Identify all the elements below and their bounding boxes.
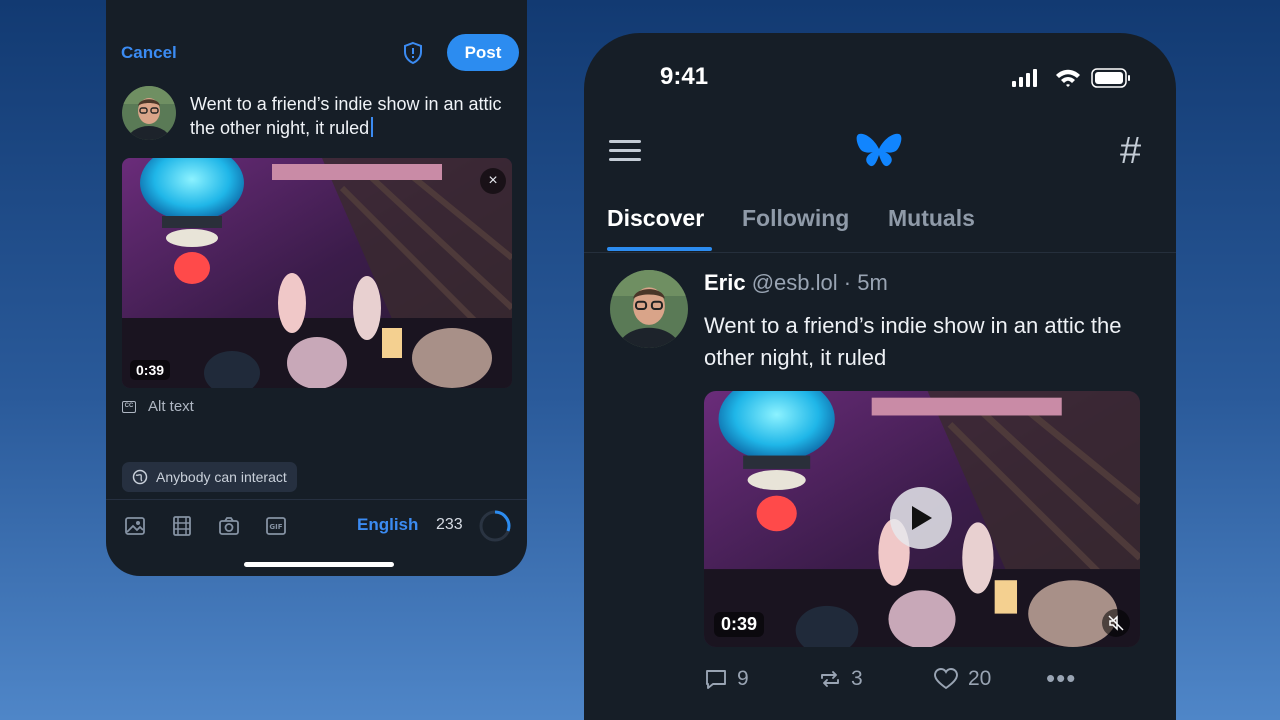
tab-following[interactable]: Following [742,205,849,232]
butterfly-logo-icon[interactable] [856,131,902,173]
post-video[interactable]: 0:39 [704,391,1140,647]
reply-button[interactable]: 9 [704,667,749,691]
shield-icon[interactable] [401,41,425,65]
text-caret [371,117,374,137]
heart-icon [934,668,958,690]
video-duration: 0:39 [714,612,765,637]
composer-header: Cancel Post [106,32,527,74]
post-actions: 9 3 20 ••• [704,663,1144,699]
video-preview[interactable]: × 0:39 [122,158,512,388]
play-button[interactable] [890,487,952,549]
top-nav: # [584,129,1176,175]
repost-icon [821,671,839,687]
reply-icon [706,670,726,689]
like-count: 20 [968,667,992,690]
status-icons [1012,68,1130,88]
character-count: 233 [436,516,463,533]
divider [106,499,527,500]
post-header: Eric @esb.lol · 5m [704,270,888,296]
composer-toolbar: GIF English 233 [106,506,527,546]
feed-screen: 9:41 # Discover Following Mutuals Eric @… [584,33,1176,720]
post-avatar[interactable] [610,270,688,348]
camera-icon[interactable] [217,514,241,538]
alt-text-button[interactable]: CC Alt text [122,398,194,415]
feeds-hash-icon[interactable]: # [1120,129,1141,173]
mute-button[interactable] [1102,609,1130,637]
post-time: 5m [857,270,888,295]
video-duration: 0:39 [130,360,171,380]
image-icon[interactable] [123,514,147,538]
interaction-label: Anybody can interact [156,469,287,485]
play-icon [912,506,932,530]
post-text: Went to a friend’s indie show in an atti… [704,313,1122,370]
video-thumbnail [122,158,512,388]
wifi-icon [1056,69,1080,87]
character-progress-ring [479,510,511,542]
menu-icon[interactable] [609,138,641,164]
divider [584,252,1176,253]
post-separator: · [843,270,852,295]
composer-screen: Cancel Post Went to a friend’s indie sho… [106,0,527,576]
post-button[interactable]: Post [447,34,519,71]
alt-text-label: Alt text [148,398,194,415]
active-tab-indicator [607,247,712,251]
post-author[interactable]: Eric [704,270,746,295]
reply-count: 9 [737,667,749,690]
home-indicator [244,562,394,567]
video-icon[interactable] [170,514,194,538]
tab-discover[interactable]: Discover [607,205,704,232]
globe-icon [132,469,148,485]
more-options-icon[interactable]: ••• [1046,663,1076,694]
interaction-settings-button[interactable]: Anybody can interact [122,462,297,492]
cc-icon: CC [122,400,136,413]
signal-icon [1012,69,1037,87]
language-selector[interactable]: English [357,515,418,535]
status-time: 9:41 [660,63,709,90]
speaker-muted-icon [1108,615,1124,631]
post-handle[interactable]: @esb.lol [752,270,838,295]
feed-tabs: Discover Following Mutuals [584,201,1176,253]
compose-text-input[interactable]: Went to a friend’s indie show in an atti… [190,92,510,140]
cancel-button[interactable]: Cancel [121,43,177,63]
svg-text:GIF: GIF [269,523,282,531]
repost-button[interactable]: 3 [818,667,863,691]
remove-media-button[interactable]: × [480,168,506,194]
repost-count: 3 [851,667,863,690]
tab-mutuals[interactable]: Mutuals [888,205,975,232]
battery-icon [1091,68,1130,88]
compose-text: Went to a friend’s indie show in an atti… [190,94,502,138]
gif-icon[interactable]: GIF [264,514,288,538]
avatar [122,86,176,140]
like-button[interactable]: 20 [933,667,991,691]
